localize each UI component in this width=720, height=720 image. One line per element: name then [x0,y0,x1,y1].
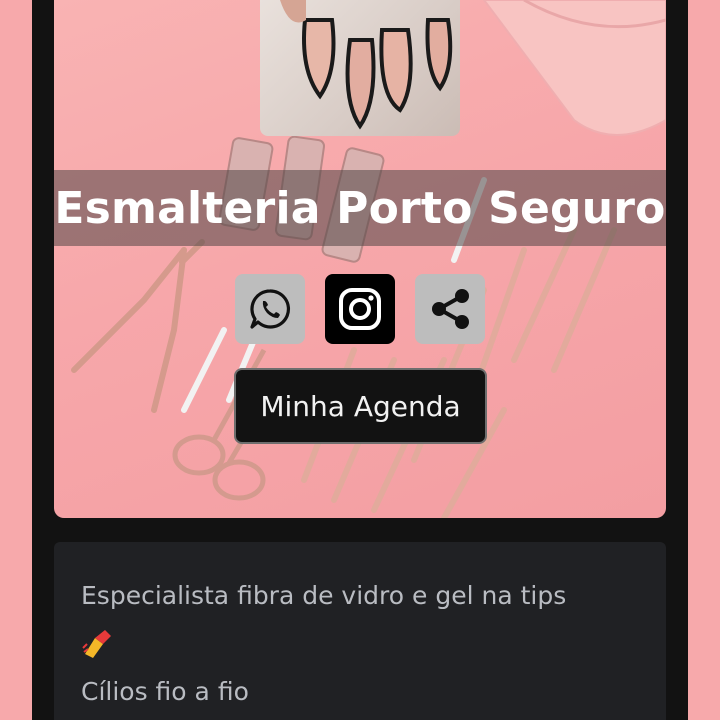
nail-polish-emoji [81,620,639,668]
agenda-button[interactable]: Minha Agenda [234,368,487,444]
whatsapp-button[interactable] [235,274,305,344]
bio-line-specialty: Especialista fibra de vidro e gel na tip… [81,581,567,610]
instagram-icon [339,288,381,330]
title-banner: Esmalteria Porto Seguro [54,170,666,246]
nail-polish-icon [82,630,111,658]
share-icon [432,289,469,329]
instagram-button[interactable] [325,274,395,344]
page-title: Esmalteria Porto Seguro [54,182,666,234]
nail-art-photo [260,0,460,136]
share-button[interactable] [415,274,485,344]
bio-card: Especialista fibra de vidro e gel na tip… [54,542,666,720]
whatsapp-icon [250,289,290,329]
bio-line-lashes: Cílios fio a fio [81,677,249,706]
